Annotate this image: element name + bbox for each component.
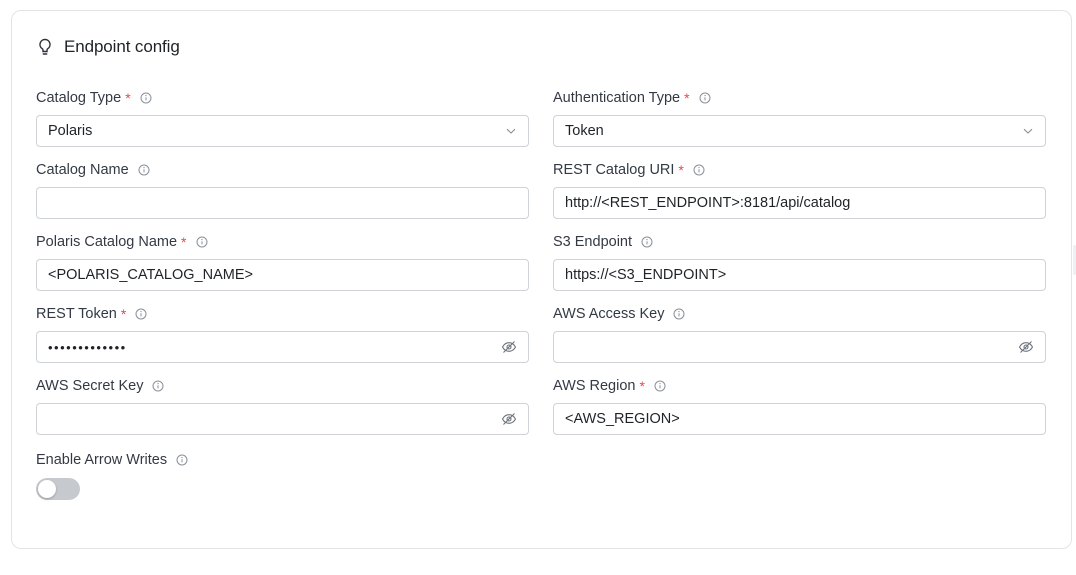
toggle-knob — [38, 480, 56, 498]
rest-catalog-uri-field: REST Catalog URI * http://<REST_ENDPOINT… — [553, 161, 1046, 219]
catalog-name-field: Catalog Name — [36, 161, 529, 219]
aws-access-key-password-input[interactable] — [553, 331, 1046, 363]
required-asterisk: * — [120, 306, 127, 322]
eye-off-icon[interactable] — [1018, 339, 1034, 355]
info-icon[interactable] — [654, 380, 666, 392]
s3-endpoint-input[interactable]: https://<S3_ENDPOINT> — [553, 259, 1046, 291]
required-asterisk: * — [678, 162, 684, 178]
s3-endpoint-field: S3 Endpoint https://<S3_ENDPOINT> — [553, 233, 1046, 291]
enable-arrow-writes-label: Enable Arrow Writes — [36, 452, 168, 468]
authentication-type-select[interactable]: Token — [553, 115, 1046, 147]
info-icon[interactable] — [196, 236, 208, 248]
card-header: Endpoint config — [36, 36, 180, 58]
polaris-catalog-name-label: Polaris Catalog Name — [36, 234, 178, 250]
required-asterisk: * — [684, 90, 690, 106]
authentication-type-label: Authentication Type — [553, 90, 681, 106]
info-icon[interactable] — [138, 164, 150, 176]
aws-region-input[interactable]: <AWS_REGION> — [553, 403, 1046, 435]
info-icon[interactable] — [693, 164, 705, 176]
required-asterisk: * — [181, 234, 187, 250]
rest-token-password-input[interactable]: ••••••••••••• — [36, 331, 529, 363]
polaris-catalog-name-value: <POLARIS_CATALOG_NAME> — [48, 267, 253, 283]
info-icon[interactable] — [135, 308, 147, 320]
catalog-type-select[interactable]: Polaris — [36, 115, 529, 147]
info-icon[interactable] — [140, 92, 152, 104]
eye-off-icon[interactable] — [501, 411, 517, 427]
info-icon[interactable] — [641, 236, 653, 248]
info-icon[interactable] — [699, 92, 711, 104]
chevron-down-icon — [505, 125, 517, 137]
aws-region-label: AWS Region — [553, 378, 636, 394]
info-icon[interactable] — [673, 308, 685, 320]
aws-region-value: <AWS_REGION> — [565, 411, 680, 427]
chevron-down-icon — [1022, 125, 1034, 137]
catalog-type-field: Catalog Type * Polaris — [36, 89, 529, 147]
aws-secret-key-password-input[interactable] — [36, 403, 529, 435]
aws-secret-key-field: AWS Secret Key — [36, 377, 529, 435]
aws-access-key-field: AWS Access Key — [553, 305, 1046, 363]
catalog-name-input[interactable] — [36, 187, 529, 219]
rest-catalog-uri-value: http://<REST_ENDPOINT>:8181/api/catalog — [565, 195, 851, 211]
polaris-catalog-name-field: Polaris Catalog Name * <POLARIS_CATALOG_… — [36, 233, 529, 291]
authentication-type-value: Token — [565, 123, 604, 139]
rest-catalog-uri-input[interactable]: http://<REST_ENDPOINT>:8181/api/catalog — [553, 187, 1046, 219]
rest-token-label: REST Token — [36, 306, 117, 322]
required-asterisk: * — [125, 90, 131, 106]
s3-endpoint-label: S3 Endpoint — [553, 234, 633, 250]
aws-access-key-label: AWS Access Key — [553, 306, 665, 322]
rest-token-value: ••••••••••••• — [48, 339, 127, 355]
catalog-type-value: Polaris — [48, 123, 93, 139]
eye-off-icon[interactable] — [501, 339, 517, 355]
authentication-type-field: Authentication Type * Token — [553, 89, 1046, 147]
enable-arrow-writes-toggle[interactable] — [36, 478, 80, 500]
aws-secret-key-label: AWS Secret Key — [36, 378, 144, 394]
rest-catalog-uri-label: REST Catalog URI — [553, 162, 675, 178]
polaris-catalog-name-input[interactable]: <POLARIS_CATALOG_NAME> — [36, 259, 529, 291]
s3-endpoint-value: https://<S3_ENDPOINT> — [565, 267, 727, 283]
card-title: Endpoint config — [64, 37, 180, 56]
info-icon[interactable] — [176, 454, 188, 466]
catalog-type-label: Catalog Type — [36, 90, 122, 106]
enable-arrow-writes-field: Enable Arrow Writes — [36, 451, 529, 469]
rest-token-field: REST Token * ••••••••••••• — [36, 305, 529, 363]
info-icon[interactable] — [152, 380, 164, 392]
required-asterisk: * — [639, 378, 645, 394]
catalog-name-label: Catalog Name — [36, 162, 129, 178]
lightbulb-icon — [36, 37, 54, 57]
aws-region-field: AWS Region * <AWS_REGION> — [553, 377, 1046, 435]
